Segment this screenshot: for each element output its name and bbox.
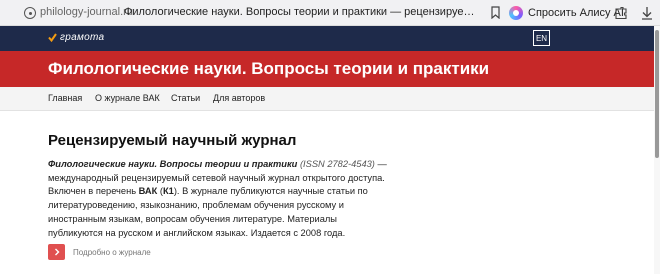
issn: (ISSN 2782-4543)	[299, 159, 375, 169]
alice-logo-icon	[509, 6, 523, 20]
page-title-in-address-bar[interactable]: Филологические науки. Вопросы теории и п…	[124, 6, 480, 18]
ask-alice-button[interactable]: Спросить Алису AI	[505, 3, 625, 23]
page-scrollbar[interactable]	[654, 26, 660, 274]
gramota-logo[interactable]: грамота	[48, 32, 104, 43]
paren-close: ).	[173, 186, 183, 197]
journal-name: Филологические науки. Вопросы теории и п…	[48, 159, 298, 169]
bookmark-icon[interactable]	[491, 6, 500, 19]
scrollbar-thumb[interactable]	[655, 30, 659, 158]
nav-item-articles[interactable]: Статьи	[171, 93, 200, 103]
nav-item-for-authors[interactable]: Для авторов	[213, 93, 265, 103]
nav-item-home[interactable]: Главная	[48, 93, 82, 103]
site-info-icon[interactable]	[24, 7, 36, 19]
logo-mark-icon	[48, 33, 57, 42]
nav-item-about[interactable]: О журнале ВАК	[95, 93, 160, 103]
ask-alice-label: Спросить Алису AI	[528, 7, 624, 19]
main-nav: Главная О журнале ВАК Статьи Для авторов	[0, 87, 660, 111]
address-domain[interactable]: philology-journal.ru	[40, 6, 133, 18]
k1-label: К1	[162, 186, 174, 197]
download-icon[interactable]	[641, 6, 653, 20]
browser-toolbar: philology-journal.ru Филологические наук…	[0, 0, 660, 26]
site-header: грамота EN	[0, 26, 660, 51]
logo-text: грамота	[60, 32, 105, 43]
vak-label: ВАК	[138, 186, 158, 197]
journal-description: Филологические науки. Вопросы теории и п…	[48, 158, 388, 240]
journal-banner-title[interactable]: Филологические науки. Вопросы теории и п…	[48, 59, 489, 79]
chevron-right-icon	[54, 248, 59, 256]
section-heading: Рецензируемый научный журнал	[48, 132, 297, 149]
journal-banner: Филологические науки. Вопросы теории и п…	[0, 51, 660, 87]
extensions-icon[interactable]	[614, 6, 628, 20]
language-switch-button[interactable]: EN	[533, 30, 550, 46]
more-about-journal-link[interactable]: Подробно о журнале	[73, 248, 151, 257]
more-about-journal-button[interactable]	[48, 244, 65, 260]
